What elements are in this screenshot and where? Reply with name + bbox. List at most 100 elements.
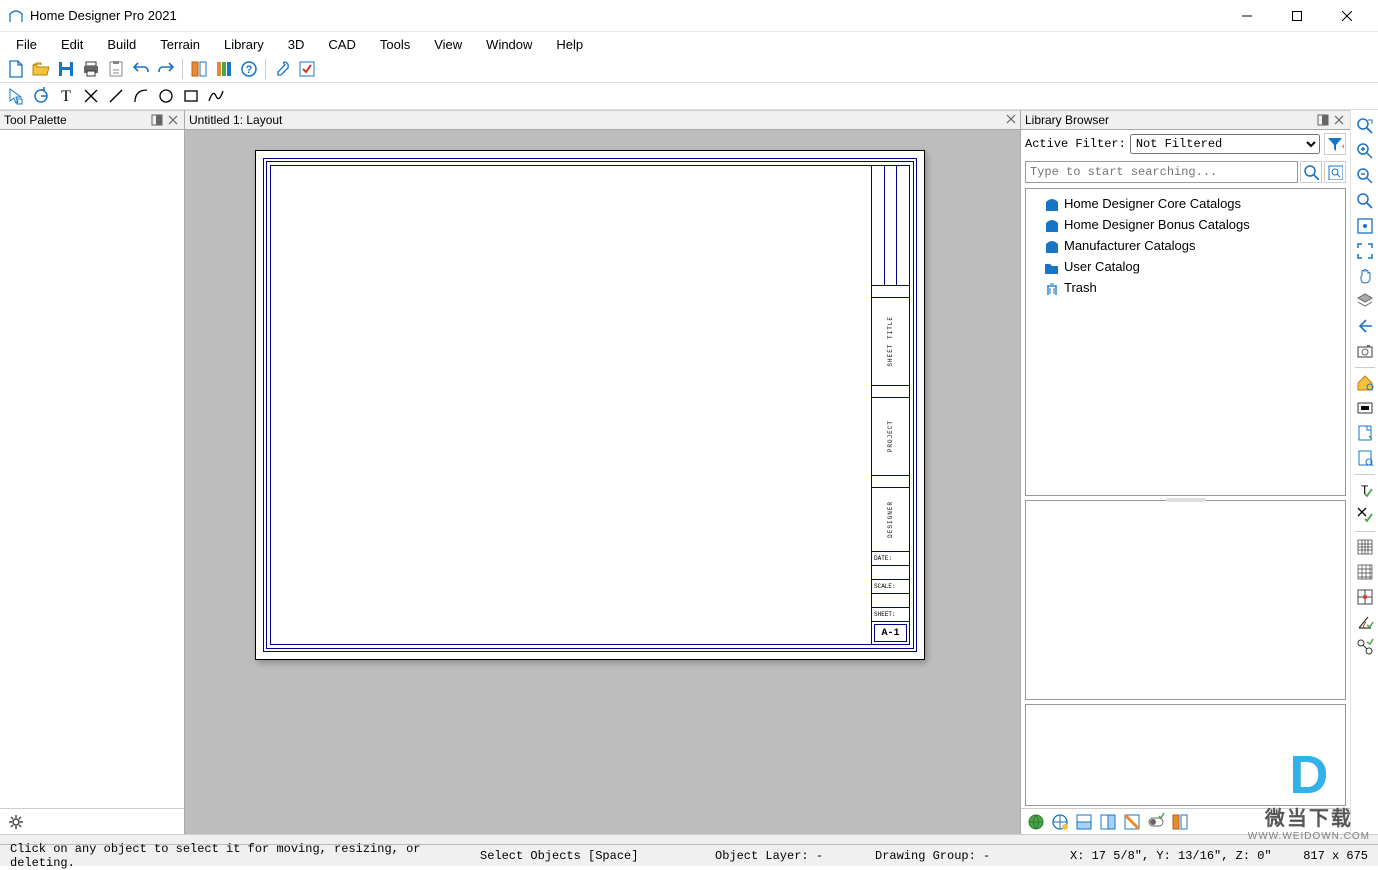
lib-plant-button[interactable] bbox=[1025, 811, 1047, 833]
menu-3d[interactable]: 3D bbox=[276, 35, 317, 54]
paste-special-button[interactable] bbox=[104, 57, 128, 81]
grid-snap-button[interactable] bbox=[1353, 585, 1377, 609]
cross-toggle-button[interactable] bbox=[1353, 503, 1377, 527]
dock-icon bbox=[1317, 114, 1329, 126]
library-dock-button[interactable] bbox=[1316, 113, 1330, 127]
library-footer bbox=[1021, 808, 1350, 834]
zoom-out-button[interactable] bbox=[1353, 164, 1377, 188]
tree-node-manufacturer-catalogs[interactable]: Manufacturer Catalogs bbox=[1028, 235, 1343, 256]
menu-terrain[interactable]: Terrain bbox=[148, 35, 212, 54]
plan-check-button[interactable] bbox=[295, 57, 319, 81]
menu-library[interactable]: Library bbox=[212, 35, 276, 54]
tree-node-core-catalogs[interactable]: Home Designer Core Catalogs bbox=[1028, 193, 1343, 214]
select-icon bbox=[7, 87, 25, 105]
menu-edit[interactable]: Edit bbox=[49, 35, 95, 54]
library-icon bbox=[215, 60, 233, 78]
redo-button[interactable] bbox=[154, 57, 178, 81]
menu-build[interactable]: Build bbox=[95, 35, 148, 54]
menu-cad[interactable]: CAD bbox=[316, 35, 367, 54]
grid-fine-button[interactable] bbox=[1353, 560, 1377, 584]
layout-sheet[interactable]: SHEET TITLE PROJECT DESIGNER DATE: SCALE… bbox=[255, 150, 925, 660]
line-tool-button[interactable] bbox=[104, 84, 128, 108]
project-browser-button[interactable] bbox=[187, 57, 211, 81]
refresh-button[interactable] bbox=[29, 84, 53, 108]
circle-icon bbox=[157, 87, 175, 105]
undo-zoom-button[interactable] bbox=[1353, 189, 1377, 213]
text-tool-button[interactable] bbox=[54, 84, 78, 108]
paste-icon bbox=[107, 60, 125, 78]
print-preview-button[interactable] bbox=[1353, 446, 1377, 470]
fill-building-button[interactable] bbox=[1353, 239, 1377, 263]
object-snap-button[interactable] bbox=[1353, 635, 1377, 659]
save-button[interactable] bbox=[54, 57, 78, 81]
help-button[interactable] bbox=[237, 57, 261, 81]
palette-settings-button[interactable] bbox=[4, 810, 28, 834]
pan-button[interactable] bbox=[1353, 264, 1377, 288]
print-button[interactable] bbox=[79, 57, 103, 81]
zoom-in-button[interactable] bbox=[1353, 139, 1377, 163]
library-browser-button[interactable] bbox=[212, 57, 236, 81]
library-search-input[interactable] bbox=[1025, 161, 1298, 183]
tree-node-trash[interactable]: Trash bbox=[1028, 277, 1343, 298]
lib-panel-diag-button[interactable] bbox=[1121, 811, 1143, 833]
close-button[interactable] bbox=[1324, 2, 1370, 30]
lib-toggle-button[interactable] bbox=[1145, 811, 1167, 833]
rectangle-tool-button[interactable] bbox=[179, 84, 203, 108]
layout-canvas[interactable]: SHEET TITLE PROJECT DESIGNER DATE: SCALE… bbox=[185, 130, 1020, 834]
library-tree[interactable]: Home Designer Core Catalogs Home Designe… bbox=[1025, 188, 1346, 496]
titleblock-sheet-label: SHEET: bbox=[872, 608, 909, 622]
manage-filters-button[interactable] bbox=[1324, 133, 1346, 155]
select-tool-button[interactable] bbox=[4, 84, 28, 108]
project-icon bbox=[190, 60, 208, 78]
resize-grip[interactable] bbox=[1166, 498, 1206, 502]
arc-tool-button[interactable] bbox=[129, 84, 153, 108]
lines-tool-button[interactable] bbox=[79, 84, 103, 108]
palette-dock-button[interactable] bbox=[150, 113, 164, 127]
library-close-button[interactable] bbox=[1332, 113, 1346, 127]
floor-view-button[interactable] bbox=[1353, 371, 1377, 395]
camera-button[interactable] bbox=[1353, 339, 1377, 363]
palette-close-button[interactable] bbox=[166, 113, 180, 127]
menu-view[interactable]: View bbox=[422, 35, 474, 54]
undo-button[interactable] bbox=[129, 57, 153, 81]
new-icon bbox=[7, 60, 25, 78]
previous-view-button[interactable] bbox=[1353, 314, 1377, 338]
tool-palette-body bbox=[0, 130, 184, 808]
lib-panel-vert-button[interactable] bbox=[1097, 811, 1119, 833]
status-mode: Select Objects [Space] bbox=[474, 849, 709, 863]
tree-node-user-catalog[interactable]: User Catalog bbox=[1028, 256, 1343, 277]
titleblock-sheet-title: SHEET TITLE bbox=[887, 316, 894, 367]
document-close-button[interactable] bbox=[1006, 113, 1016, 127]
circle-tool-button[interactable] bbox=[154, 84, 178, 108]
fill-window-button[interactable] bbox=[1353, 214, 1377, 238]
text-toggle-button[interactable] bbox=[1353, 478, 1377, 502]
reference-display-button[interactable] bbox=[1353, 421, 1377, 445]
spline-tool-button[interactable] bbox=[204, 84, 228, 108]
lib-panel-horiz-button[interactable] bbox=[1073, 811, 1095, 833]
menu-tools[interactable]: Tools bbox=[368, 35, 422, 54]
dimension-button[interactable] bbox=[1353, 396, 1377, 420]
menu-file[interactable]: File bbox=[4, 35, 49, 54]
status-dims: 817 x 675 bbox=[1297, 849, 1374, 863]
grid-button[interactable] bbox=[1353, 535, 1377, 559]
menu-window[interactable]: Window bbox=[474, 35, 544, 54]
catalog-icon bbox=[1044, 218, 1058, 232]
zoom-window-button[interactable] bbox=[1353, 114, 1377, 138]
grid-snap-icon bbox=[1356, 588, 1374, 606]
angle-snap-button[interactable] bbox=[1353, 610, 1377, 634]
minimize-button[interactable] bbox=[1224, 2, 1270, 30]
preferences-button[interactable] bbox=[270, 57, 294, 81]
open-button[interactable] bbox=[29, 57, 53, 81]
active-filter-select[interactable]: Not Filtered bbox=[1130, 134, 1320, 154]
app-title: Home Designer Pro 2021 bbox=[30, 8, 1224, 23]
search-button[interactable] bbox=[1300, 161, 1322, 183]
new-button[interactable] bbox=[4, 57, 28, 81]
maximize-button[interactable] bbox=[1274, 2, 1320, 30]
tree-node-bonus-catalogs[interactable]: Home Designer Bonus Catalogs bbox=[1028, 214, 1343, 235]
menu-help[interactable]: Help bbox=[544, 35, 595, 54]
lib-columns-button[interactable] bbox=[1169, 811, 1191, 833]
search-scope-button[interactable] bbox=[1324, 161, 1346, 183]
layers-button[interactable] bbox=[1353, 289, 1377, 313]
lib-download-button[interactable] bbox=[1049, 811, 1071, 833]
zoom-icon bbox=[1356, 117, 1374, 135]
